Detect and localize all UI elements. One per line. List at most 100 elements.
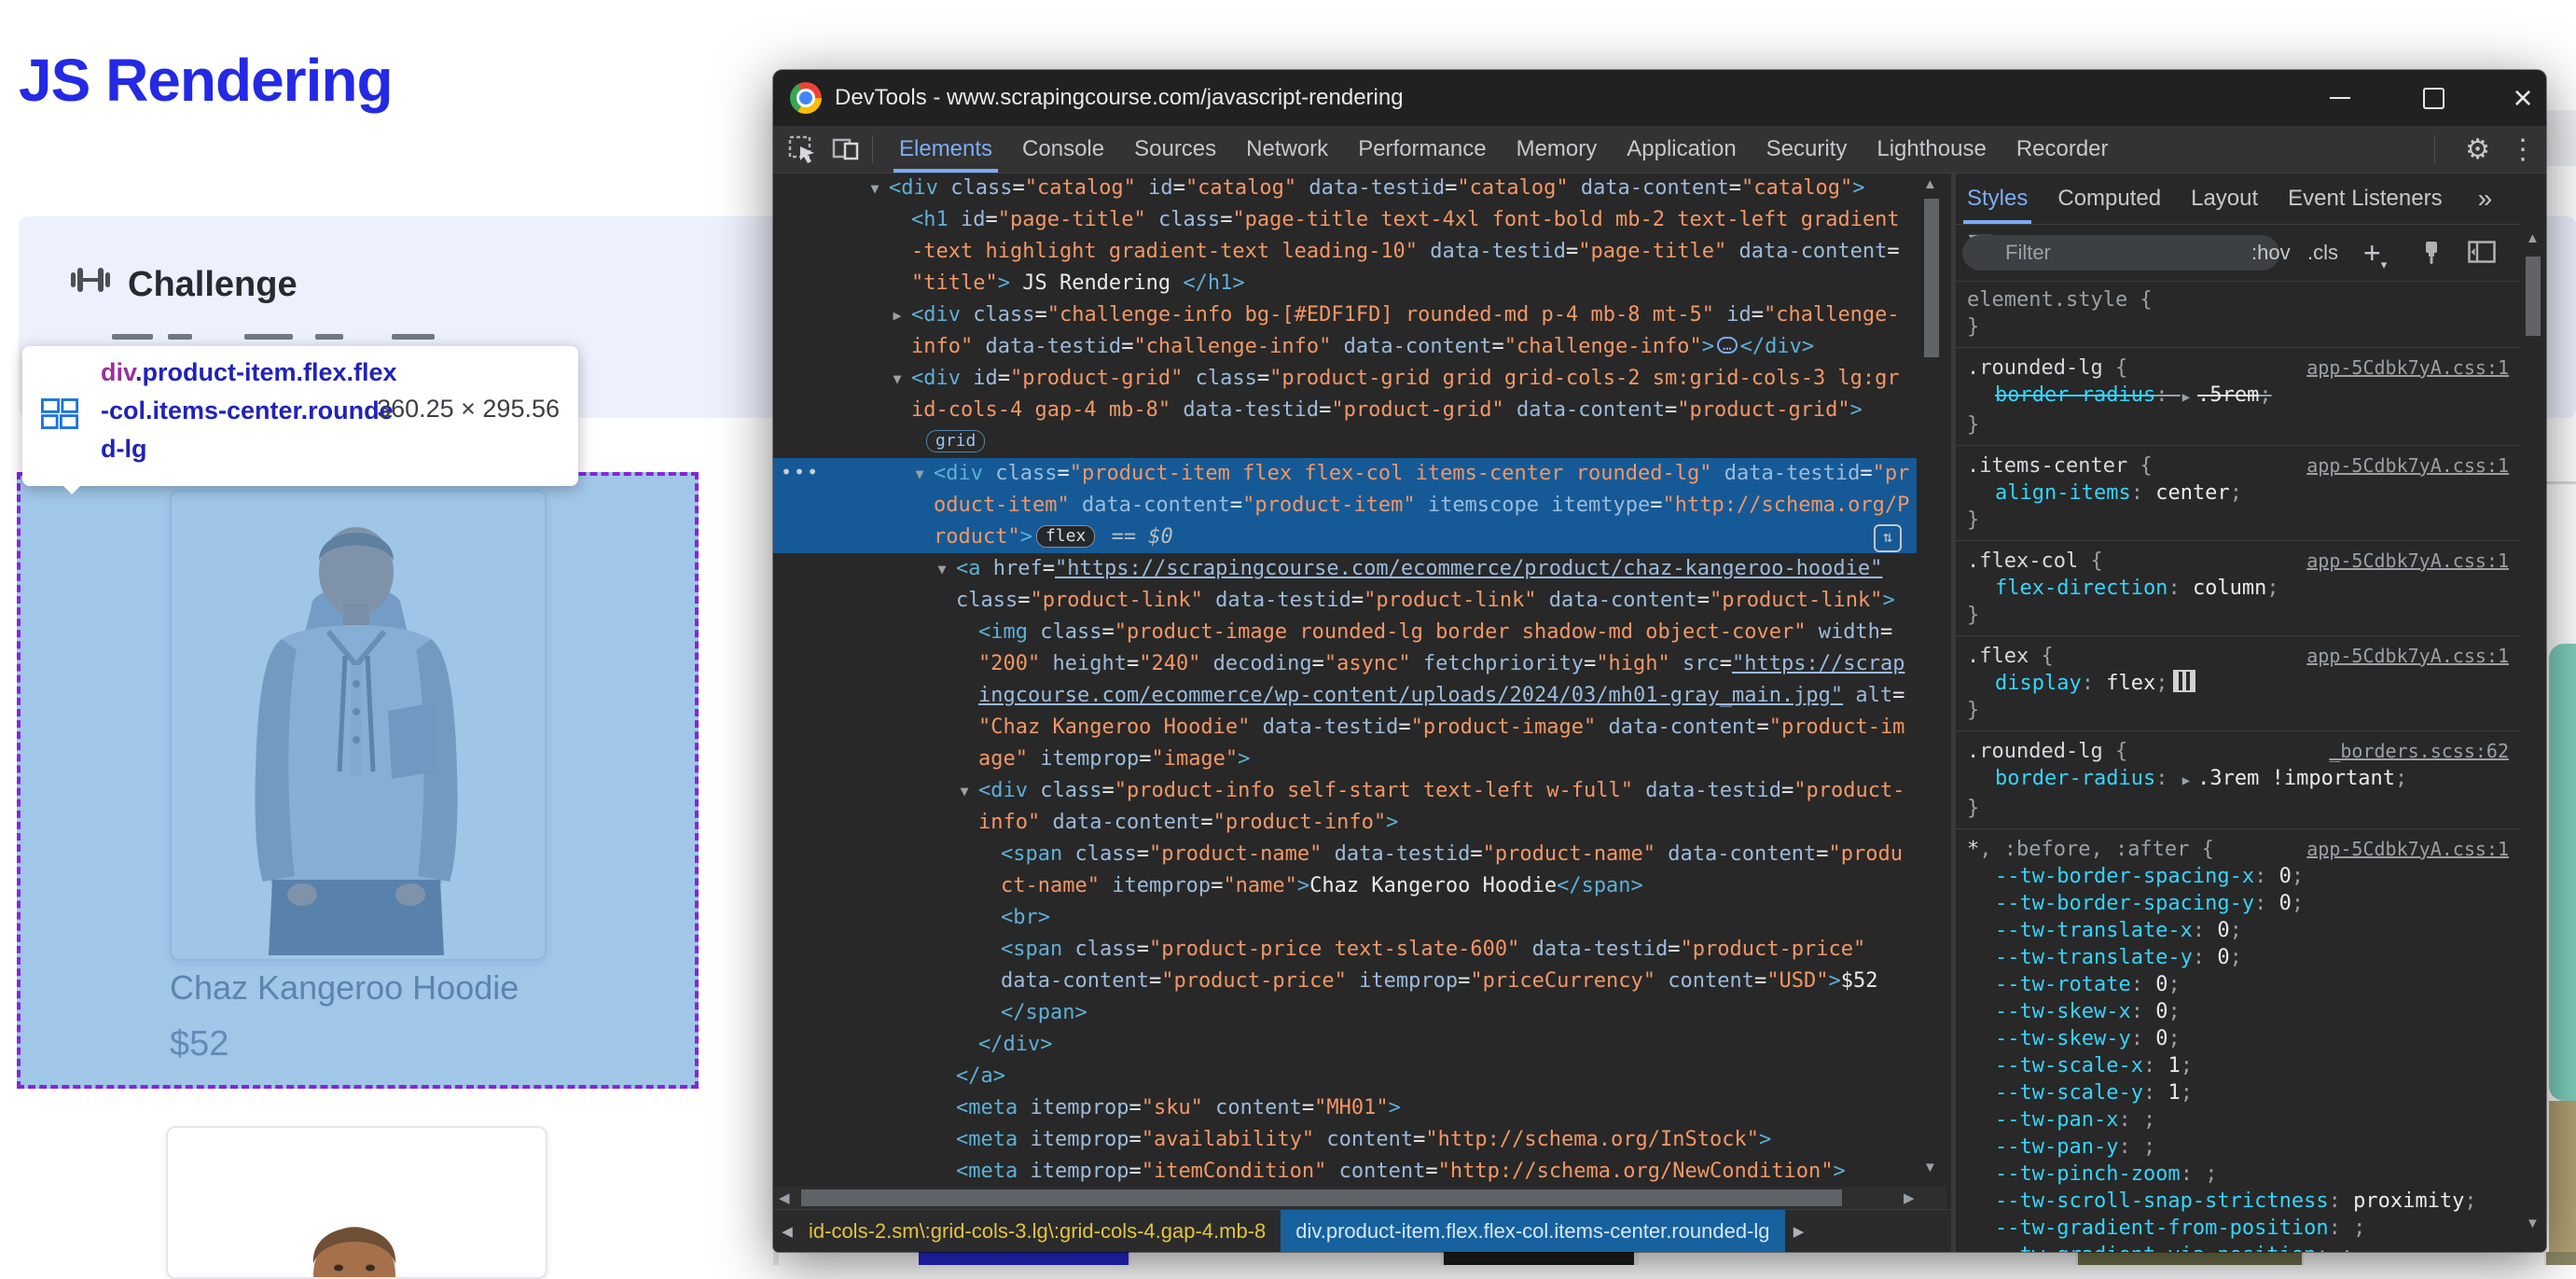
tab-memory[interactable]: Memory <box>1502 126 1613 173</box>
scroll-into-view-icon[interactable]: ⇅ <box>1874 524 1902 552</box>
product-image-second[interactable] <box>166 1126 547 1279</box>
dom-node-line[interactable]: oduct-item" data-content="product-item" … <box>773 490 1917 521</box>
sidebar-more-tabs-icon[interactable]: » <box>2478 184 2493 214</box>
dom-node-line[interactable]: "Chaz Kangeroo Hoodie" data-testid="prod… <box>773 712 1917 744</box>
new-style-rule-button[interactable]: +▾ <box>2363 225 2387 281</box>
css-declaration[interactable]: --tw-skew-x: 0; <box>1967 998 2509 1025</box>
dom-node-line[interactable]: grid <box>773 426 1917 458</box>
expand-shorthand-icon[interactable]: ▶ <box>2182 768 2190 795</box>
inspect-element-icon[interactable] <box>788 135 816 163</box>
settings-gear-icon[interactable]: ⚙ <box>2465 133 2490 166</box>
css-declaration[interactable]: --tw-gradient-via-position: ; <box>1967 1242 2509 1252</box>
tab-console[interactable]: Console <box>1007 126 1119 173</box>
tab-performance[interactable]: Performance <box>1343 126 1501 173</box>
dom-node-line[interactable]: "200" height="240" decoding="async" fetc… <box>773 648 1917 680</box>
dom-node-line[interactable]: </span> <box>773 997 1917 1029</box>
sidebar-tab-event-listeners[interactable]: Event Listeners <box>2288 173 2442 224</box>
maximize-button[interactable] <box>2407 70 2459 126</box>
css-selector[interactable]: _borders.scss:62.rounded-lg { <box>1967 738 2509 765</box>
styles-scroll-up-icon[interactable]: ▲ <box>2526 230 2540 246</box>
dom-node-line[interactable]: "title"> JS Rendering </h1> <box>773 268 1917 299</box>
dom-node-line[interactable]: info" data-testid="challenge-info" data-… <box>773 331 1917 363</box>
css-declaration[interactable]: flex-direction: column; <box>1967 575 2509 602</box>
dom-node-line[interactable]: ▶<div class="challenge-info bg-[#EDF1FD]… <box>773 299 1917 331</box>
scroll-down-icon[interactable]: ▼ <box>1923 1160 1937 1175</box>
dom-node-line[interactable]: <meta itemprop="availability" content="h… <box>773 1124 1917 1156</box>
css-selector[interactable]: element.style { <box>1967 286 2509 313</box>
dom-node-line[interactable]: <meta itemprop="itemCondition" content="… <box>773 1156 1917 1187</box>
breadcrumb-right-arrow[interactable]: ▶ <box>1785 1223 1813 1240</box>
dom-node-line[interactable]: data-content="product-price" itemprop="p… <box>773 966 1917 997</box>
css-declaration[interactable]: --tw-pinch-zoom: ; <box>1967 1161 2509 1188</box>
dom-node-line[interactable]: roduct">flex == $0⇅ <box>773 521 1917 553</box>
styles-scroll-down-icon[interactable]: ▼ <box>2526 1216 2540 1231</box>
styles-filter-input[interactable]: Filter <box>1962 235 2279 271</box>
elements-hscroll-thumb[interactable] <box>801 1189 1842 1206</box>
expand-shorthand-icon[interactable]: ▶ <box>2182 384 2190 411</box>
dom-node-line[interactable]: </a> <box>773 1061 1917 1092</box>
dom-node-line[interactable]: ▼•••<div class="product-item flex flex-c… <box>773 458 1917 490</box>
css-declaration[interactable]: border-radius: ▶.5rem; <box>1967 382 2509 411</box>
close-button[interactable]: × <box>2497 70 2546 126</box>
tab-network[interactable]: Network <box>1231 126 1343 173</box>
dom-node-line[interactable]: id-cols-4 gap-4 mb-8" data-testid="produ… <box>773 395 1917 426</box>
minimize-button[interactable] <box>2314 70 2366 126</box>
dom-node-line[interactable]: ▼<div class="product-info self-start tex… <box>773 775 1917 807</box>
tab-application[interactable]: Application <box>1612 126 1751 173</box>
css-selector[interactable]: app-5Cdbk7yA.css:1.flex { <box>1967 643 2509 670</box>
dom-node-line[interactable]: <h1 id="page-title" class="page-title te… <box>773 204 1917 236</box>
css-selector[interactable]: app-5Cdbk7yA.css:1.flex-col { <box>1967 548 2509 575</box>
scroll-right-icon[interactable]: ▶ <box>1904 1189 1915 1206</box>
product-card-highlighted[interactable]: Chaz Kangeroo Hoodie $52 <box>21 476 695 1085</box>
dom-node-line[interactable]: <meta itemprop="sku" content="MH01"> <box>773 1092 1917 1124</box>
rendering-emulation-icon[interactable] <box>2418 240 2444 271</box>
expand-arrow-icon[interactable]: ▼ <box>865 173 885 204</box>
css-declaration[interactable]: --tw-pan-y: ; <box>1967 1133 2509 1161</box>
css-declaration[interactable]: --tw-translate-x: 0; <box>1967 917 2509 944</box>
dom-node-line[interactable]: ingcourse.com/ecommerce/wp-content/uploa… <box>773 680 1917 712</box>
dom-node-line[interactable]: <span class="product-name" data-testid="… <box>773 839 1917 870</box>
dom-node-line[interactable]: <span class="product-price text-slate-60… <box>773 934 1917 966</box>
breadcrumb-left-arrow[interactable]: ◀ <box>773 1223 801 1240</box>
tab-recorder[interactable]: Recorder <box>2001 126 2124 173</box>
css-declaration[interactable]: --tw-skew-y: 0; <box>1967 1025 2509 1052</box>
flex-editor-icon[interactable] <box>2173 670 2195 692</box>
scroll-up-icon[interactable]: ▲ <box>1923 176 1937 192</box>
grid-badge[interactable]: grid <box>926 430 985 452</box>
css-source-link[interactable]: app-5Cdbk7yA.css:1 <box>2306 452 2509 480</box>
dom-node-line[interactable]: </div> <box>773 1029 1917 1061</box>
expand-arrow-icon[interactable]: ▼ <box>887 363 907 395</box>
devtools-window[interactable]: DevTools - www.scrapingcourse.com/javasc… <box>773 70 2546 1252</box>
breadcrumb-parent[interactable]: id-cols-2.sm\:grid-cols-3.lg\:grid-cols-… <box>809 1219 1266 1244</box>
dom-node-line[interactable]: age" itemprop="image"> <box>773 744 1917 775</box>
css-selector[interactable]: app-5Cdbk7yA.css:1*, :before, :after { <box>1967 836 2509 863</box>
expand-arrow-icon[interactable]: ▼ <box>932 553 952 585</box>
dom-node-line[interactable]: <img class="product-image rounded-lg bor… <box>773 617 1917 648</box>
css-selector[interactable]: app-5Cdbk7yA.css:1.items-center { <box>1967 452 2509 480</box>
sidebar-tab-styles[interactable]: Styles <box>1967 173 2028 224</box>
device-toolbar-icon[interactable] <box>831 135 861 163</box>
tab-elements[interactable]: Elements <box>884 126 1007 173</box>
css-source-link[interactable]: app-5Cdbk7yA.css:1 <box>2306 836 2509 863</box>
expand-ellipsis-icon[interactable]: … <box>1717 337 1738 354</box>
dom-node-line[interactable]: ct-name" itemprop="name">Chaz Kangeroo H… <box>773 870 1917 902</box>
css-declaration[interactable]: --tw-border-spacing-y: 0; <box>1967 890 2509 917</box>
css-source-link[interactable]: _borders.scss:62 <box>2329 738 2509 765</box>
css-declaration[interactable]: --tw-translate-y: 0; <box>1967 944 2509 971</box>
css-declaration[interactable]: --tw-scroll-snap-strictness: proximity; <box>1967 1188 2509 1215</box>
devtools-titlebar[interactable]: DevTools - www.scrapingcourse.com/javasc… <box>773 70 2546 126</box>
dom-node-line[interactable]: <br> <box>773 902 1917 934</box>
tab-lighthouse[interactable]: Lighthouse <box>1862 126 2001 173</box>
elements-vscroll-thumb[interactable] <box>1924 199 1939 357</box>
toggle-class-button[interactable]: .cls <box>2307 225 2338 281</box>
dom-node-line[interactable]: -text highlight gradient-text leading-10… <box>773 236 1917 268</box>
css-declaration[interactable]: border-radius: ▶.3rem !important; <box>1967 765 2509 795</box>
dock-sidebar-icon[interactable] <box>2468 241 2496 269</box>
expand-arrow-icon[interactable]: ▶ <box>887 299 907 331</box>
css-declaration[interactable]: --tw-gradient-from-position: ; <box>1967 1215 2509 1242</box>
css-declaration[interactable]: --tw-scale-x: 1; <box>1967 1052 2509 1079</box>
dom-node-line[interactable]: class="product-link" data-testid="produc… <box>773 585 1917 617</box>
breadcrumb-current[interactable]: div.product-item.flex.flex-col.items-cen… <box>1281 1210 1784 1252</box>
dom-node-line[interactable]: ▼<div class="catalog" id="catalog" data-… <box>773 173 1917 204</box>
css-declaration[interactable]: --tw-scale-y: 1; <box>1967 1079 2509 1106</box>
